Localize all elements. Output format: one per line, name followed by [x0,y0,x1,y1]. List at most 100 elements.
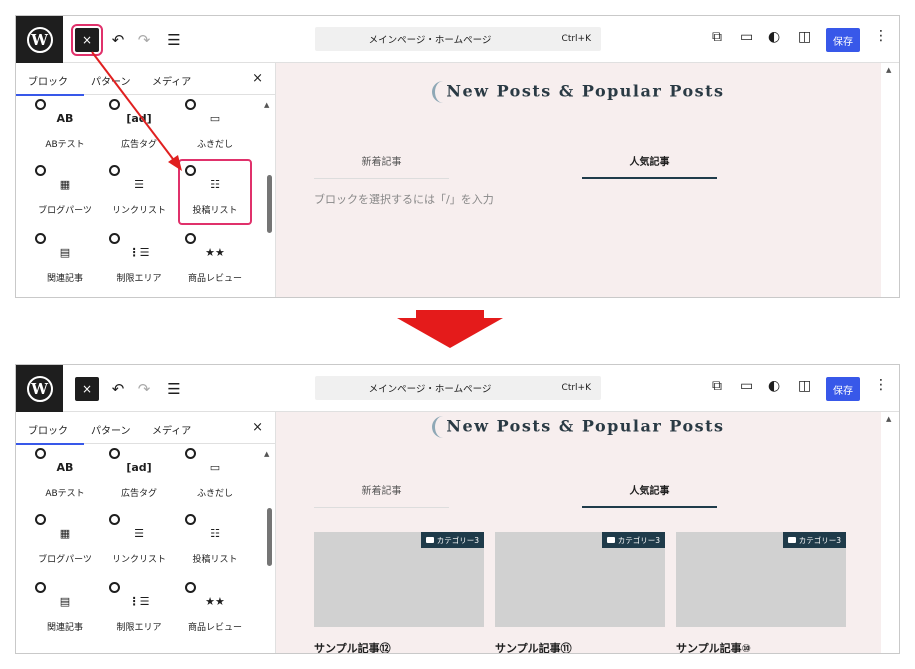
settings-sidebar-icon[interactable]: ◫ [798,378,811,394]
block-link-list[interactable]: ☰ リンクリスト [104,510,174,572]
tab-new-posts[interactable]: 新着記事 [314,149,449,179]
blog-parts-icon: ▦ [59,177,71,191]
document-overview-icon[interactable]: ☰ [164,28,184,52]
post-title[interactable]: サンプル記事⑪ [495,640,665,653]
theme-style-icon[interactable]: ◐ [768,378,780,394]
block-speech-balloon[interactable]: ▭ ふきだし [180,95,250,157]
document-title: メインページ・ホームページ [368,384,492,395]
pin-icon [35,233,46,244]
close-icon[interactable]: × [252,71,263,86]
scroll-up-icon[interactable]: ▲ [264,450,269,458]
redo-icon[interactable]: ↷ [134,28,154,52]
block-post-list[interactable]: ☷ 投稿リスト [180,510,250,572]
tutorial-figure: W × ↶ ↷ ☰ メインページ・ホームページ Ctrl+K ⧉ ▭ ◐ ◫ 保… [0,0,915,669]
block-label: 制限エリア [116,623,162,633]
block-label: ABテスト [45,489,85,499]
undo-icon[interactable]: ↶ [108,377,128,401]
tab-new-posts[interactable]: 新着記事 [314,478,449,508]
theme-style-icon[interactable]: ◐ [768,29,780,45]
block-post-list[interactable]: ☷ 投稿リスト [178,159,252,225]
close-icon[interactable]: × [252,420,263,435]
pin-icon [35,448,46,459]
undo-icon[interactable]: ↶ [108,28,128,52]
tab-blocks[interactable]: ブロック [16,73,84,96]
close-inserter-button[interactable]: × [71,24,103,56]
wordpress-logo[interactable]: W [16,16,63,63]
related-posts-icon: ▤ [59,594,71,608]
block-related-posts[interactable]: ▤ 関連記事 [30,578,100,640]
more-options-icon[interactable]: ⋮ [874,28,888,44]
canvas-scrollbar[interactable]: ▲ [881,63,899,297]
block-ad-tag[interactable]: [ad] 広告タグ [104,444,174,506]
close-inserter-button[interactable]: × [75,377,99,401]
block-restricted-area[interactable]: ⋮☰ 制限エリア [104,578,174,640]
scroll-up-icon[interactable]: ▲ [886,66,891,74]
pin-icon [185,514,196,525]
block-blog-parts[interactable]: ▦ ブログパーツ [30,161,100,223]
command-palette[interactable]: メインページ・ホームページ Ctrl+K [315,376,601,400]
post-list-icon: ☷ [210,526,220,540]
block-label: 制限エリア [116,274,162,284]
product-review-icon: ★★ [205,245,225,259]
more-options-icon[interactable]: ⋮ [874,377,888,393]
editor-screenshot-before: W × ↶ ↷ ☰ メインページ・ホームページ Ctrl+K ⧉ ▭ ◐ ◫ 保… [15,15,900,298]
block-ad-tag[interactable]: [ad] 広告タグ [104,95,174,157]
ab-test-icon: AB [56,460,74,474]
post-card[interactable]: カテゴリー3 サンプル記事⑩ [676,532,846,653]
ab-test-icon: AB [56,111,74,125]
editor-canvas[interactable]: New Posts & Popular Posts 新着記事 人気記事 ブロック… [276,63,881,297]
editor-canvas[interactable]: New Posts & Popular Posts 新着記事 人気記事 カテゴリ… [276,412,881,653]
folder-icon [606,537,615,543]
post-card[interactable]: カテゴリー3 サンプル記事⑫ [314,532,484,653]
category-label: カテゴリー3 [617,535,660,545]
ad-tag-icon: [ad] [126,460,152,474]
save-button[interactable]: 保存 [826,28,860,52]
command-palette[interactable]: メインページ・ホームページ Ctrl+K [315,27,601,51]
block-speech-balloon[interactable]: ▭ ふきだし [180,444,250,506]
post-card[interactable]: カテゴリー3 サンプル記事⑪ [495,532,665,653]
redo-icon[interactable]: ↷ [134,377,154,401]
external-link-icon[interactable]: ⧉ [712,29,722,45]
block-blog-parts[interactable]: ▦ ブログパーツ [30,510,100,572]
block-product-review[interactable]: ★★ 商品レビュー [180,229,250,291]
preview-device-icon[interactable]: ▭ [740,378,753,394]
blog-parts-icon: ▦ [59,526,71,540]
block-related-posts[interactable]: ▤ 関連記事 [30,229,100,291]
tab-media[interactable]: メディア [152,73,191,88]
category-label: カテゴリー3 [436,535,479,545]
post-title[interactable]: サンプル記事⑫ [314,640,484,653]
restricted-area-icon: ⋮☰ [128,594,150,608]
block-link-list[interactable]: ☰ リンクリスト [104,161,174,223]
pin-icon [185,582,196,593]
post-title[interactable]: サンプル記事⑩ [676,640,846,653]
tab-patterns[interactable]: パターン [91,73,131,88]
inserter-scrollbar[interactable] [267,508,272,566]
block-label: ブログパーツ [38,555,92,565]
tab-patterns[interactable]: パターン [91,422,131,437]
settings-sidebar-icon[interactable]: ◫ [798,29,811,45]
scroll-up-icon[interactable]: ▲ [264,101,269,109]
tab-popular-posts[interactable]: 人気記事 [582,149,717,179]
block-placeholder[interactable]: ブロックを選択するには「/」を入力 [314,191,494,207]
inserter-scrollbar[interactable] [267,175,272,233]
block-label: 広告タグ [120,140,157,150]
block-ab-test[interactable]: AB ABテスト [30,444,100,506]
wordpress-logo[interactable]: W [16,365,63,412]
save-button[interactable]: 保存 [826,377,860,401]
document-overview-icon[interactable]: ☰ [164,377,184,401]
site-title: New Posts & Popular Posts [276,416,881,438]
block-restricted-area[interactable]: ⋮☰ 制限エリア [104,229,174,291]
block-product-review[interactable]: ★★ 商品レビュー [180,578,250,640]
external-link-icon[interactable]: ⧉ [712,378,722,394]
editor-toolbar: W × ↶ ↷ ☰ メインページ・ホームページ Ctrl+K ⧉ ▭ ◐ ◫ 保… [16,16,899,63]
post-tabs: 新着記事 人気記事 [314,149,717,179]
pin-icon [109,233,120,244]
scroll-up-icon[interactable]: ▲ [886,415,891,423]
tab-blocks[interactable]: ブロック [16,422,84,445]
block-ab-test[interactable]: AB ABテスト [30,95,100,157]
tab-popular-posts[interactable]: 人気記事 [582,478,717,508]
tab-media[interactable]: メディア [152,422,191,437]
canvas-scrollbar[interactable]: ▲ [881,412,899,653]
pin-icon [35,99,46,110]
preview-device-icon[interactable]: ▭ [740,29,753,45]
